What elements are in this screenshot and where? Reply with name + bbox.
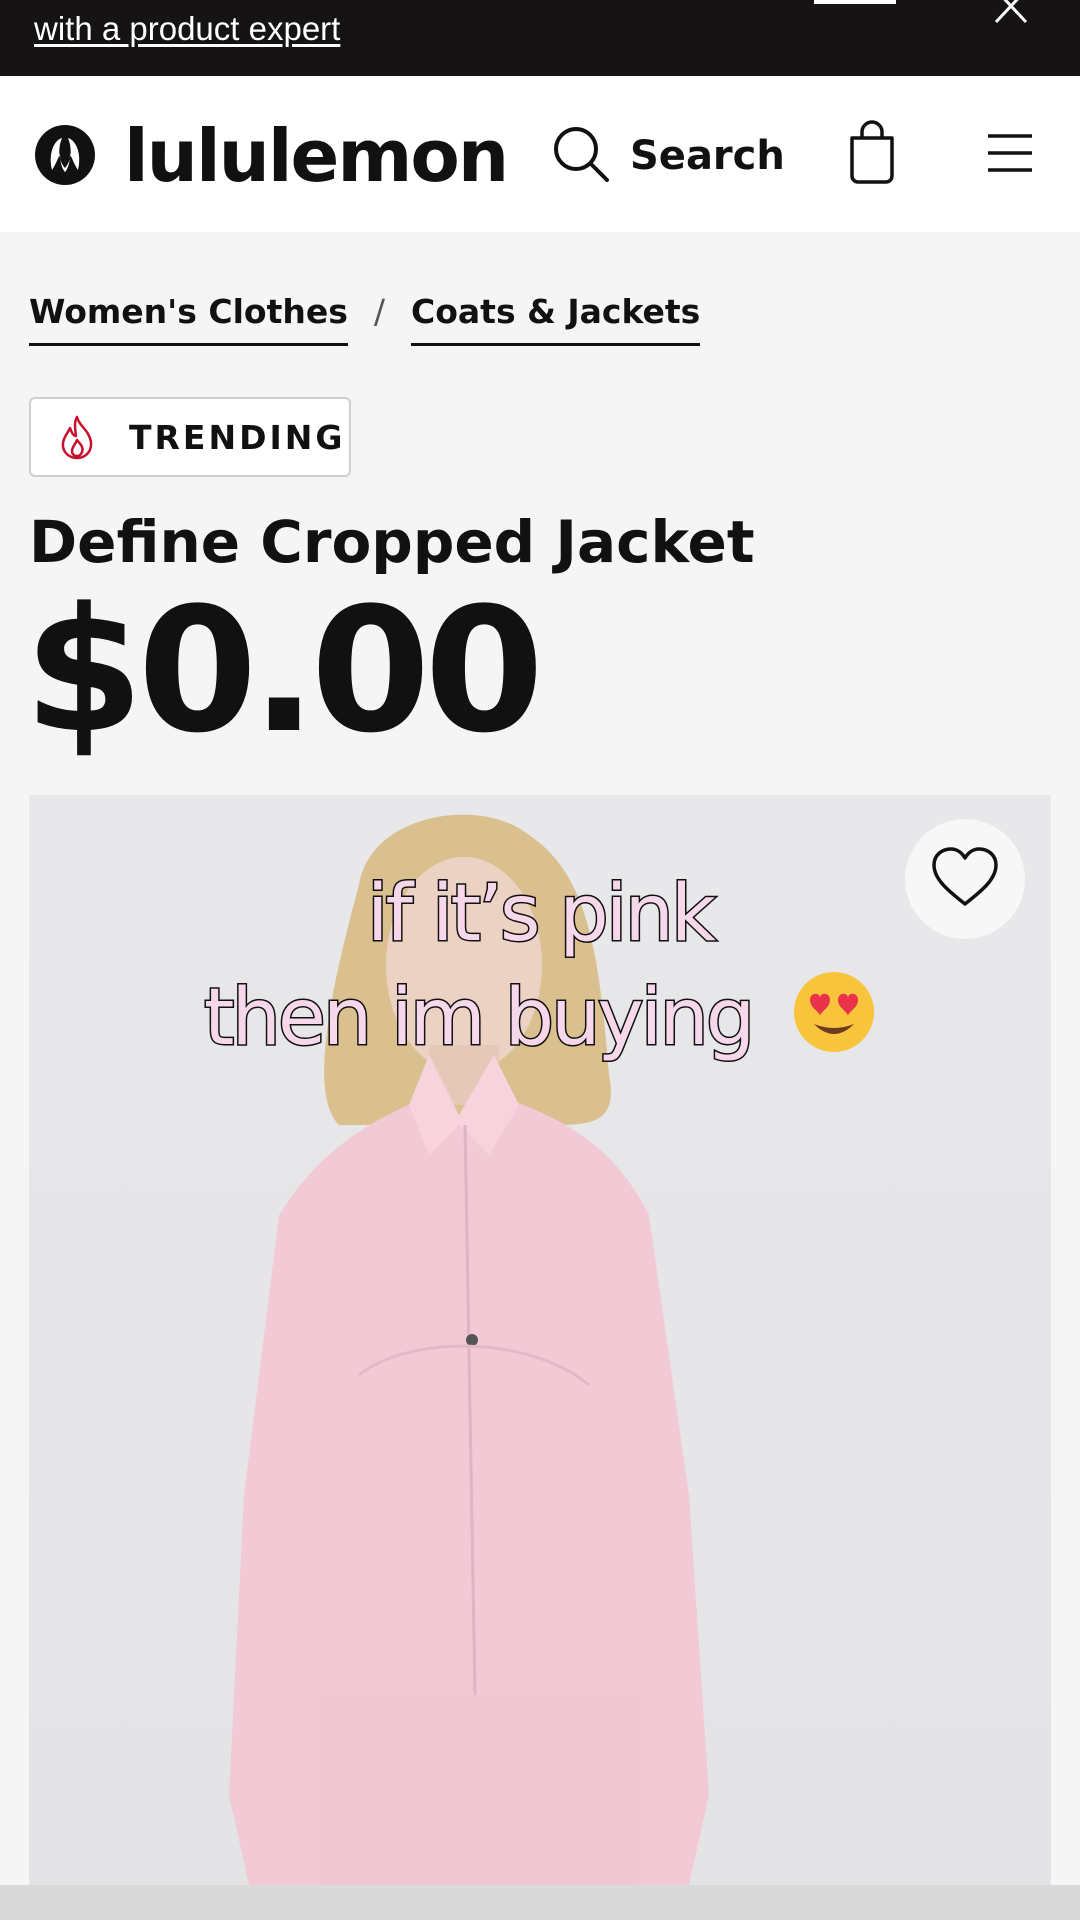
hamburger-menu-icon[interactable]: [986, 132, 1034, 174]
heart-eyes-emoji-icon: [792, 970, 876, 1054]
shopping-bag-icon[interactable]: [846, 120, 898, 184]
overlay-caption: if it’s pink then im buying: [0, 862, 1080, 1070]
trending-badge: TRENDING: [29, 397, 351, 477]
promo-link[interactable]: with a product expert: [34, 10, 340, 48]
brand-wordmark[interactable]: lululemon: [124, 114, 509, 198]
breadcrumb-womens-clothes[interactable]: Women's Clothes: [29, 292, 348, 346]
breadcrumb-coats-jackets[interactable]: Coats & Jackets: [411, 292, 701, 346]
badge-label: TRENDING: [129, 417, 346, 457]
flame-icon: [57, 414, 97, 460]
product-title: Define Cropped Jacket: [29, 508, 755, 576]
lululemon-logo-icon[interactable]: [34, 124, 96, 186]
site-header: lululemon Search: [0, 76, 1080, 232]
bottom-bar: [0, 1885, 1080, 1920]
search-icon: [552, 125, 610, 188]
breadcrumb: Women's Clothes / Coats & Jackets: [29, 292, 701, 346]
search-button[interactable]: Search: [552, 126, 785, 186]
product-price: $0.00: [24, 570, 544, 771]
caption-line-2-wrap: then im buying: [0, 966, 1080, 1070]
breadcrumb-separator: /: [373, 292, 386, 331]
promo-banner: with a product expert: [0, 0, 1080, 76]
caption-line-2: then im buying: [202, 972, 756, 1065]
promo-divider: [814, 0, 896, 4]
close-icon[interactable]: [988, 0, 1036, 30]
caption-line-1: if it’s pink: [365, 868, 717, 961]
search-label: Search: [630, 133, 785, 179]
